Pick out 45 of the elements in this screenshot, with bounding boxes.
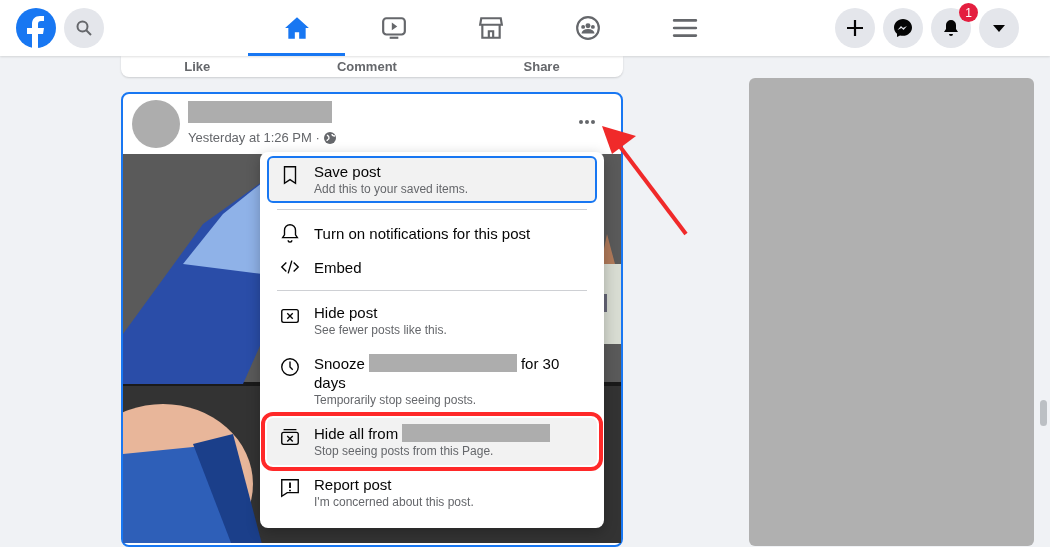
clock-icon — [279, 356, 301, 378]
account-button[interactable] — [979, 8, 1019, 48]
globe-icon — [323, 131, 336, 144]
menu-item[interactable]: Turn on notifications for this post — [267, 216, 597, 250]
menu-item[interactable]: Embed — [267, 250, 597, 284]
menu-item-title: Embed — [314, 257, 362, 277]
logo-icon[interactable] — [16, 8, 56, 48]
menu-item-description: See fewer posts like this. — [314, 322, 447, 338]
more-options-icon[interactable] — [578, 119, 596, 125]
avatar — [132, 100, 180, 148]
search-button[interactable] — [64, 8, 104, 48]
search-icon — [76, 20, 92, 36]
menu-item-description: Temporarily stop seeing posts. — [314, 392, 478, 408]
menu-item-description: Stop seeing posts from this Page. — [314, 443, 495, 459]
scrollbar — [1040, 400, 1047, 426]
post-action-button[interactable]: Like — [184, 56, 211, 77]
menu-item-description: I'm concerned about this post. — [314, 494, 474, 510]
menu-item[interactable]: Save post Add this to your saved items. — [267, 156, 597, 203]
nav-action-button[interactable] — [931, 8, 971, 48]
menu-item[interactable]: Report post I'm concerned about this post. — [267, 469, 597, 516]
plus-icon — [845, 18, 865, 38]
menu-item[interactable]: Hide post See fewer posts like this. — [267, 297, 597, 344]
menu-item-description: Add this to your saved items. — [314, 181, 469, 197]
menu-item-title: Snooze for 30 days — [314, 354, 561, 392]
menu-item-title: Hide post — [314, 303, 379, 322]
nav-action-button[interactable] — [883, 8, 923, 48]
caret-icon — [992, 23, 1006, 33]
chat-bubble-icon — [893, 18, 913, 38]
people-icon — [574, 14, 601, 41]
menu-item-title: Hide all from — [314, 424, 555, 443]
nav-action-button[interactable] — [835, 8, 875, 48]
bell-icon — [279, 222, 301, 244]
close-box-icon — [279, 426, 301, 448]
bell-icon — [941, 18, 961, 38]
post-action-button[interactable]: Comment — [336, 56, 397, 77]
post-timestamp: Yesterday at 1:26 PM · — [188, 128, 320, 147]
menu-item-title: Turn on notifications for this post — [314, 223, 531, 243]
video-icon — [380, 14, 407, 41]
notification-count: 1 — [959, 3, 978, 22]
post-action-button[interactable]: Share — [523, 56, 560, 77]
menu-item[interactable]: Snooze for 30 days Temporarily stop seeing posts. — [267, 348, 597, 414]
menu-item-title: Report post — [314, 475, 393, 494]
shop-icon — [477, 14, 504, 41]
exclamation-bubble-icon — [279, 477, 301, 499]
menu-item-title: Save post — [314, 162, 382, 181]
